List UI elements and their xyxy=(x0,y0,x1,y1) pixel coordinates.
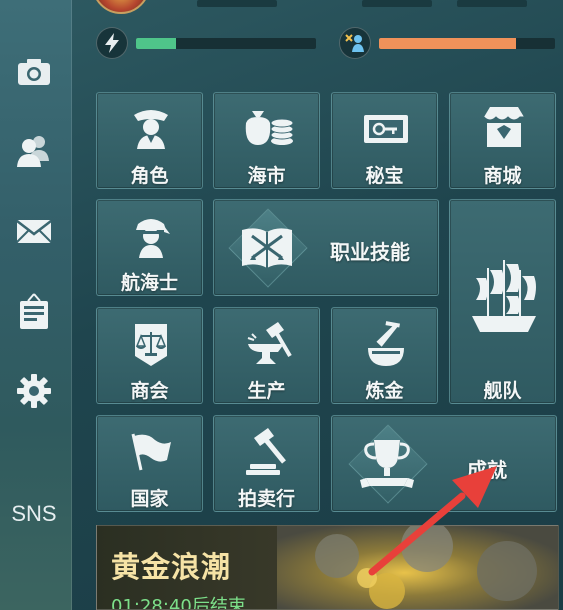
alchemy-flask-icon xyxy=(368,321,404,366)
energy-stat xyxy=(96,27,316,59)
market-label: 海市 xyxy=(247,165,286,187)
production-tile[interactable]: 生产 xyxy=(213,307,320,404)
store-icon xyxy=(483,107,524,147)
market-tile[interactable]: 海市 xyxy=(213,92,320,189)
achievement-label: 成就 xyxy=(467,458,507,482)
production-label: 生产 xyxy=(247,380,286,402)
treasure-map-icon xyxy=(364,115,408,143)
shop-label: 商城 xyxy=(483,165,522,187)
top-hud-strip xyxy=(72,0,563,8)
left-sidebar: SNS xyxy=(0,0,72,610)
notice-board-button[interactable] xyxy=(8,287,60,337)
skills-tile[interactable]: 职业技能 xyxy=(213,199,439,296)
navigator-tile[interactable]: 航海士 xyxy=(96,199,203,296)
crew-stat xyxy=(339,27,555,59)
crew-bar-fill xyxy=(379,37,517,49)
role-label: 角色 xyxy=(130,165,169,187)
lightning-icon xyxy=(96,27,128,59)
treasure-tile[interactable]: 秘宝 xyxy=(331,92,438,189)
flag-icon xyxy=(131,433,171,471)
sailor-icon xyxy=(339,27,371,59)
nation-tile[interactable]: 国家 xyxy=(96,415,203,512)
fleet-tile[interactable]: 舰队 xyxy=(449,199,556,404)
event-banner[interactable]: 黄金浪潮 01:28:40后结束 xyxy=(96,525,559,610)
achievement-tile[interactable]: 成就 xyxy=(331,415,557,512)
skill-book-icon xyxy=(242,228,292,268)
notice-board-icon xyxy=(20,293,48,329)
camera-button[interactable] xyxy=(8,47,60,97)
mail-button[interactable] xyxy=(8,206,60,256)
sns-button[interactable]: SNS xyxy=(8,489,60,539)
anvil-hammer-icon xyxy=(247,322,292,364)
navigator-label: 航海士 xyxy=(120,272,178,294)
nation-label: 国家 xyxy=(130,488,169,510)
shop-tile[interactable]: 商城 xyxy=(449,92,556,189)
guild-tile[interactable]: 商会 xyxy=(96,307,203,404)
event-banner-artwork xyxy=(277,526,558,609)
role-tile[interactable]: 角色 xyxy=(96,92,203,189)
energy-bar-fill xyxy=(136,37,176,49)
captain-icon xyxy=(134,110,168,149)
friends-icon xyxy=(17,136,49,167)
gavel-icon xyxy=(246,428,286,475)
guild-label: 商会 xyxy=(130,380,169,402)
scales-banner-icon xyxy=(135,324,167,366)
event-timer: 01:28:40后结束 xyxy=(111,596,246,610)
auction-label: 拍卖行 xyxy=(237,488,295,510)
energy-bar xyxy=(136,37,316,49)
pirate-navigator-icon xyxy=(136,219,170,258)
camera-icon xyxy=(18,59,50,85)
money-bag-icon xyxy=(245,111,294,145)
crew-bar xyxy=(379,37,555,49)
treasure-label: 秘宝 xyxy=(365,165,404,187)
skills-label: 职业技能 xyxy=(330,240,410,264)
sns-label: SNS xyxy=(11,501,57,526)
alchemy-label: 炼金 xyxy=(365,380,404,402)
gear-icon xyxy=(17,374,51,408)
mail-icon xyxy=(16,220,52,243)
settings-button[interactable] xyxy=(8,366,60,416)
friends-button[interactable] xyxy=(8,126,60,176)
alchemy-tile[interactable]: 炼金 xyxy=(331,307,438,404)
trophy-icon xyxy=(360,440,414,488)
sailing-ship-icon xyxy=(472,260,536,332)
event-title: 黄金浪潮 xyxy=(111,550,232,584)
auction-tile[interactable]: 拍卖行 xyxy=(213,415,320,512)
fleet-label: 舰队 xyxy=(483,380,522,402)
